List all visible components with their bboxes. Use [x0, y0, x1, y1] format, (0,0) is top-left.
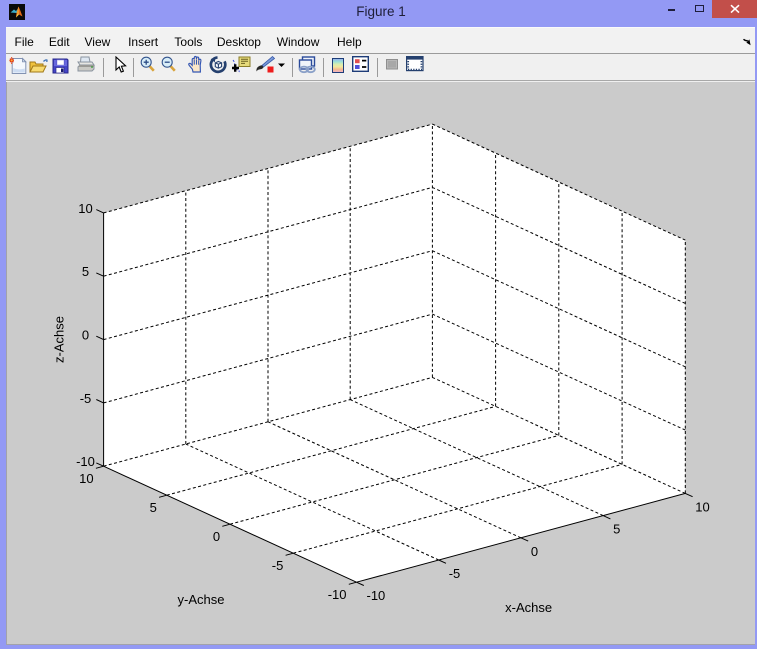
svg-text:-5: -5 [272, 558, 284, 573]
svg-text:z-Achse: z-Achse [52, 316, 67, 363]
svg-text:5: 5 [150, 500, 157, 515]
svg-text:-5: -5 [80, 391, 92, 406]
svg-text:5: 5 [613, 522, 620, 537]
svg-text:10: 10 [79, 471, 93, 486]
svg-text:y-Achse: y-Achse [178, 592, 225, 607]
svg-text:-10: -10 [367, 588, 386, 603]
svg-text:5: 5 [82, 264, 89, 279]
svg-text:-10: -10 [76, 454, 95, 469]
svg-text:-5: -5 [449, 566, 461, 581]
svg-text:10: 10 [695, 499, 709, 514]
svg-text:0: 0 [213, 529, 220, 544]
svg-text:-10: -10 [328, 587, 347, 602]
svg-text:0: 0 [82, 328, 89, 343]
svg-text:x-Achse: x-Achse [505, 600, 552, 615]
svg-text:10: 10 [78, 201, 92, 216]
svg-text:0: 0 [531, 544, 538, 559]
